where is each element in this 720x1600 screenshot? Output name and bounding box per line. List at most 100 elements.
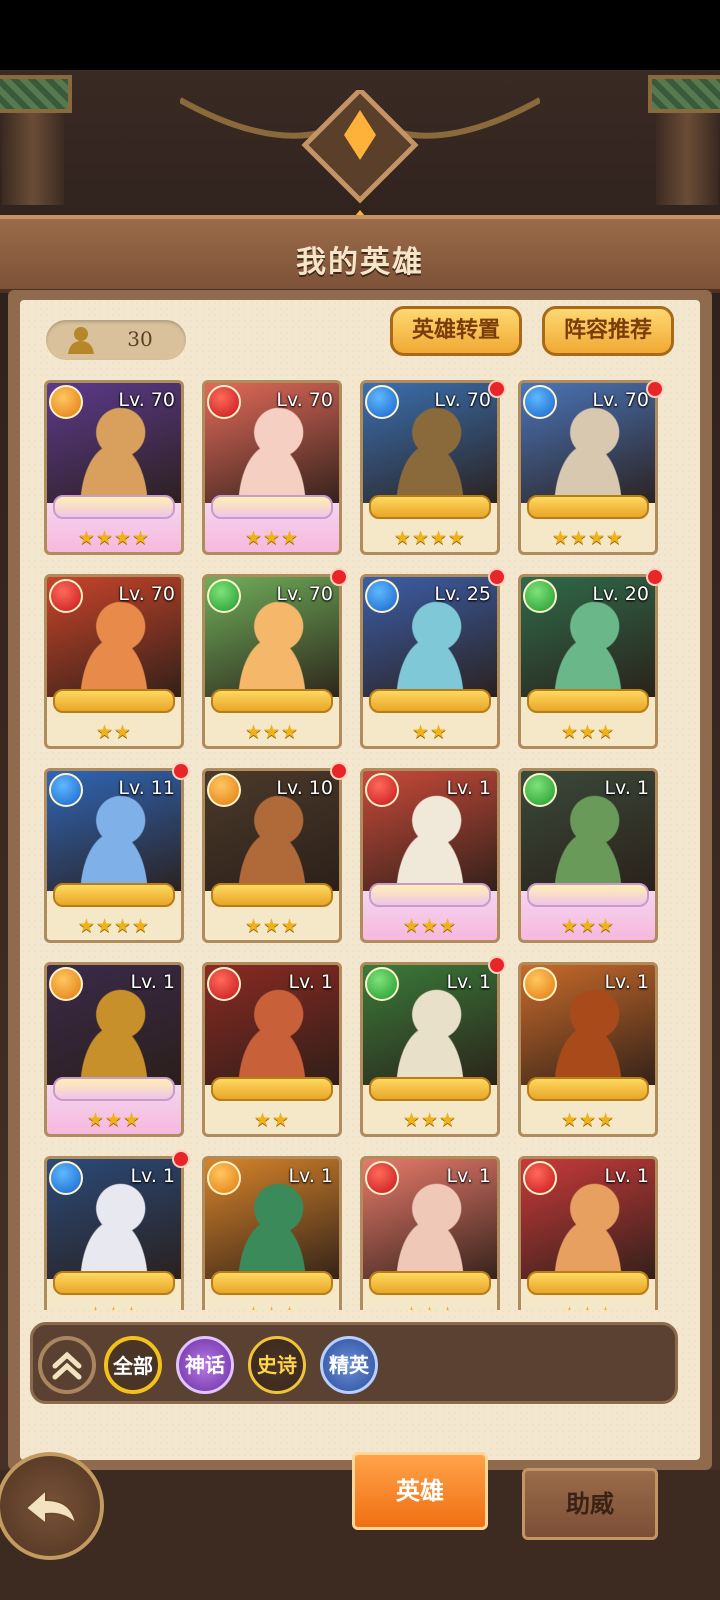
fire-element-icon	[207, 385, 241, 419]
star-rating: ★★★	[244, 721, 300, 743]
hero-card[interactable]: Lv. 10 ★★★	[202, 768, 342, 943]
notification-dot	[488, 568, 506, 586]
hero-level: Lv. 70	[118, 583, 175, 605]
rank-banner	[211, 495, 333, 519]
star-rating: ★★★	[521, 1303, 655, 1310]
hero-transfer-button[interactable]: 英雄转置	[390, 306, 522, 356]
collapse-button[interactable]	[38, 1336, 96, 1394]
nature-element-icon	[523, 579, 557, 613]
rank-banner	[369, 1271, 491, 1295]
filter-mythic[interactable]: 神话	[176, 1336, 234, 1394]
rank-banner	[53, 1271, 175, 1295]
hero-card[interactable]: Lv. 70 ★★★★	[518, 380, 658, 555]
hero-card[interactable]: Lv. 1 ★★★	[518, 962, 658, 1137]
hero-level: Lv. 1	[288, 1165, 333, 1187]
water-element-icon	[365, 385, 399, 419]
star-rating: ★★★	[244, 915, 300, 937]
hero-card[interactable]: Lv. 1 ★★★	[44, 1156, 184, 1310]
star-rating: ★★★	[560, 1109, 616, 1131]
fire-element-icon	[365, 773, 399, 807]
hero-level: Lv. 1	[288, 971, 333, 993]
hero-level: Lv. 1	[446, 777, 491, 799]
hero-level: Lv. 11	[118, 777, 175, 799]
right-pillar-decoration	[648, 75, 720, 205]
rank-banner	[53, 1077, 175, 1101]
star-rating: ★★★★	[77, 527, 151, 549]
water-element-icon	[49, 1161, 83, 1195]
nature-element-icon	[523, 773, 557, 807]
hero-level: Lv. 25	[434, 583, 491, 605]
rank-banner	[211, 1077, 333, 1101]
star-rating: ★★★	[363, 1303, 497, 1310]
star-rating: ★★★	[47, 1303, 181, 1310]
hero-card[interactable]: Lv. 70 ★★	[44, 574, 184, 749]
hero-card[interactable]: Lv. 1 ★★★	[360, 1156, 500, 1310]
hero-card[interactable]: Lv. 1 ★★★	[360, 962, 500, 1137]
star-rating: ★★★	[402, 915, 458, 937]
notification-dot	[330, 762, 348, 780]
star-rating: ★★★	[560, 721, 616, 743]
crest-ornament	[180, 90, 540, 230]
star-rating: ★★	[411, 721, 449, 743]
hero-card[interactable]: Lv. 70 ★★★	[202, 574, 342, 749]
hero-level: Lv. 70	[276, 583, 333, 605]
star-rating: ★★★	[402, 1109, 458, 1131]
status-bar	[0, 0, 720, 70]
hero-card[interactable]: Lv. 25 ★★	[360, 574, 500, 749]
hero-card[interactable]: Lv. 70 ★★★★	[44, 380, 184, 555]
rank-banner	[527, 883, 649, 907]
star-rating: ★★★★	[393, 527, 467, 549]
lineup-recommend-button[interactable]: 阵容推荐	[542, 306, 674, 356]
hero-level: Lv. 70	[276, 389, 333, 411]
hero-card[interactable]: Lv. 1 ★★★	[518, 768, 658, 943]
star-rating: ★★★	[205, 1303, 339, 1310]
star-rating: ★★	[253, 1109, 291, 1131]
earth-element-icon	[49, 385, 83, 419]
filter-elite[interactable]: 精英	[320, 1336, 378, 1394]
hero-level: Lv. 1	[130, 1165, 175, 1187]
notification-dot	[330, 568, 348, 586]
hero-card[interactable]: Lv. 1 ★★★	[518, 1156, 658, 1310]
hero-level: Lv. 1	[604, 971, 649, 993]
nature-element-icon	[365, 967, 399, 1001]
fire-element-icon	[207, 967, 241, 1001]
hero-card[interactable]: Lv. 1 ★★★	[360, 768, 500, 943]
hero-card[interactable]: Lv. 1 ★★	[202, 962, 342, 1137]
rank-banner	[211, 689, 333, 713]
hero-card[interactable]: Lv. 1 ★★★	[44, 962, 184, 1137]
hero-level: Lv. 70	[592, 389, 649, 411]
hero-level: Lv. 1	[446, 1165, 491, 1187]
hero-level: Lv. 1	[604, 1165, 649, 1187]
tab-heroes[interactable]: 英雄	[352, 1452, 488, 1530]
hero-card[interactable]: Lv. 70 ★★★★	[360, 380, 500, 555]
rank-banner	[211, 1271, 333, 1295]
rank-banner	[369, 495, 491, 519]
left-pillar-decoration	[0, 75, 72, 205]
water-element-icon	[49, 773, 83, 807]
star-rating: ★★★★	[77, 915, 151, 937]
star-rating: ★★★	[560, 915, 616, 937]
hero-grid: Lv. 70 ★★★★ Lv. 70 ★★★ Lv. 70 ★★★★ Lv. 70 ★★★★ L…	[40, 380, 680, 1310]
tab-support[interactable]: 助威	[522, 1468, 658, 1540]
rank-banner	[527, 495, 649, 519]
rank-banner	[53, 689, 175, 713]
hero-card[interactable]: Lv. 70 ★★★	[202, 380, 342, 555]
hero-card[interactable]: Lv. 20 ★★★	[518, 574, 658, 749]
rank-banner	[527, 1077, 649, 1101]
hero-card[interactable]: Lv. 11 ★★★★	[44, 768, 184, 943]
hero-level: Lv. 70	[434, 389, 491, 411]
hero-count: 30	[127, 327, 153, 351]
earth-element-icon	[207, 773, 241, 807]
notification-dot	[646, 568, 664, 586]
back-button[interactable]	[0, 1452, 104, 1560]
fire-element-icon	[523, 1161, 557, 1195]
filter-epic[interactable]: 史诗	[248, 1336, 306, 1394]
filter-all[interactable]: 全部	[104, 1336, 162, 1394]
double-chevron-up-icon	[52, 1351, 82, 1380]
water-element-icon	[365, 579, 399, 613]
hero-level: Lv. 1	[604, 777, 649, 799]
notification-dot	[646, 380, 664, 398]
star-rating: ★★★	[86, 1109, 142, 1131]
hero-card[interactable]: Lv. 1 ★★★	[202, 1156, 342, 1310]
fire-element-icon	[49, 579, 83, 613]
